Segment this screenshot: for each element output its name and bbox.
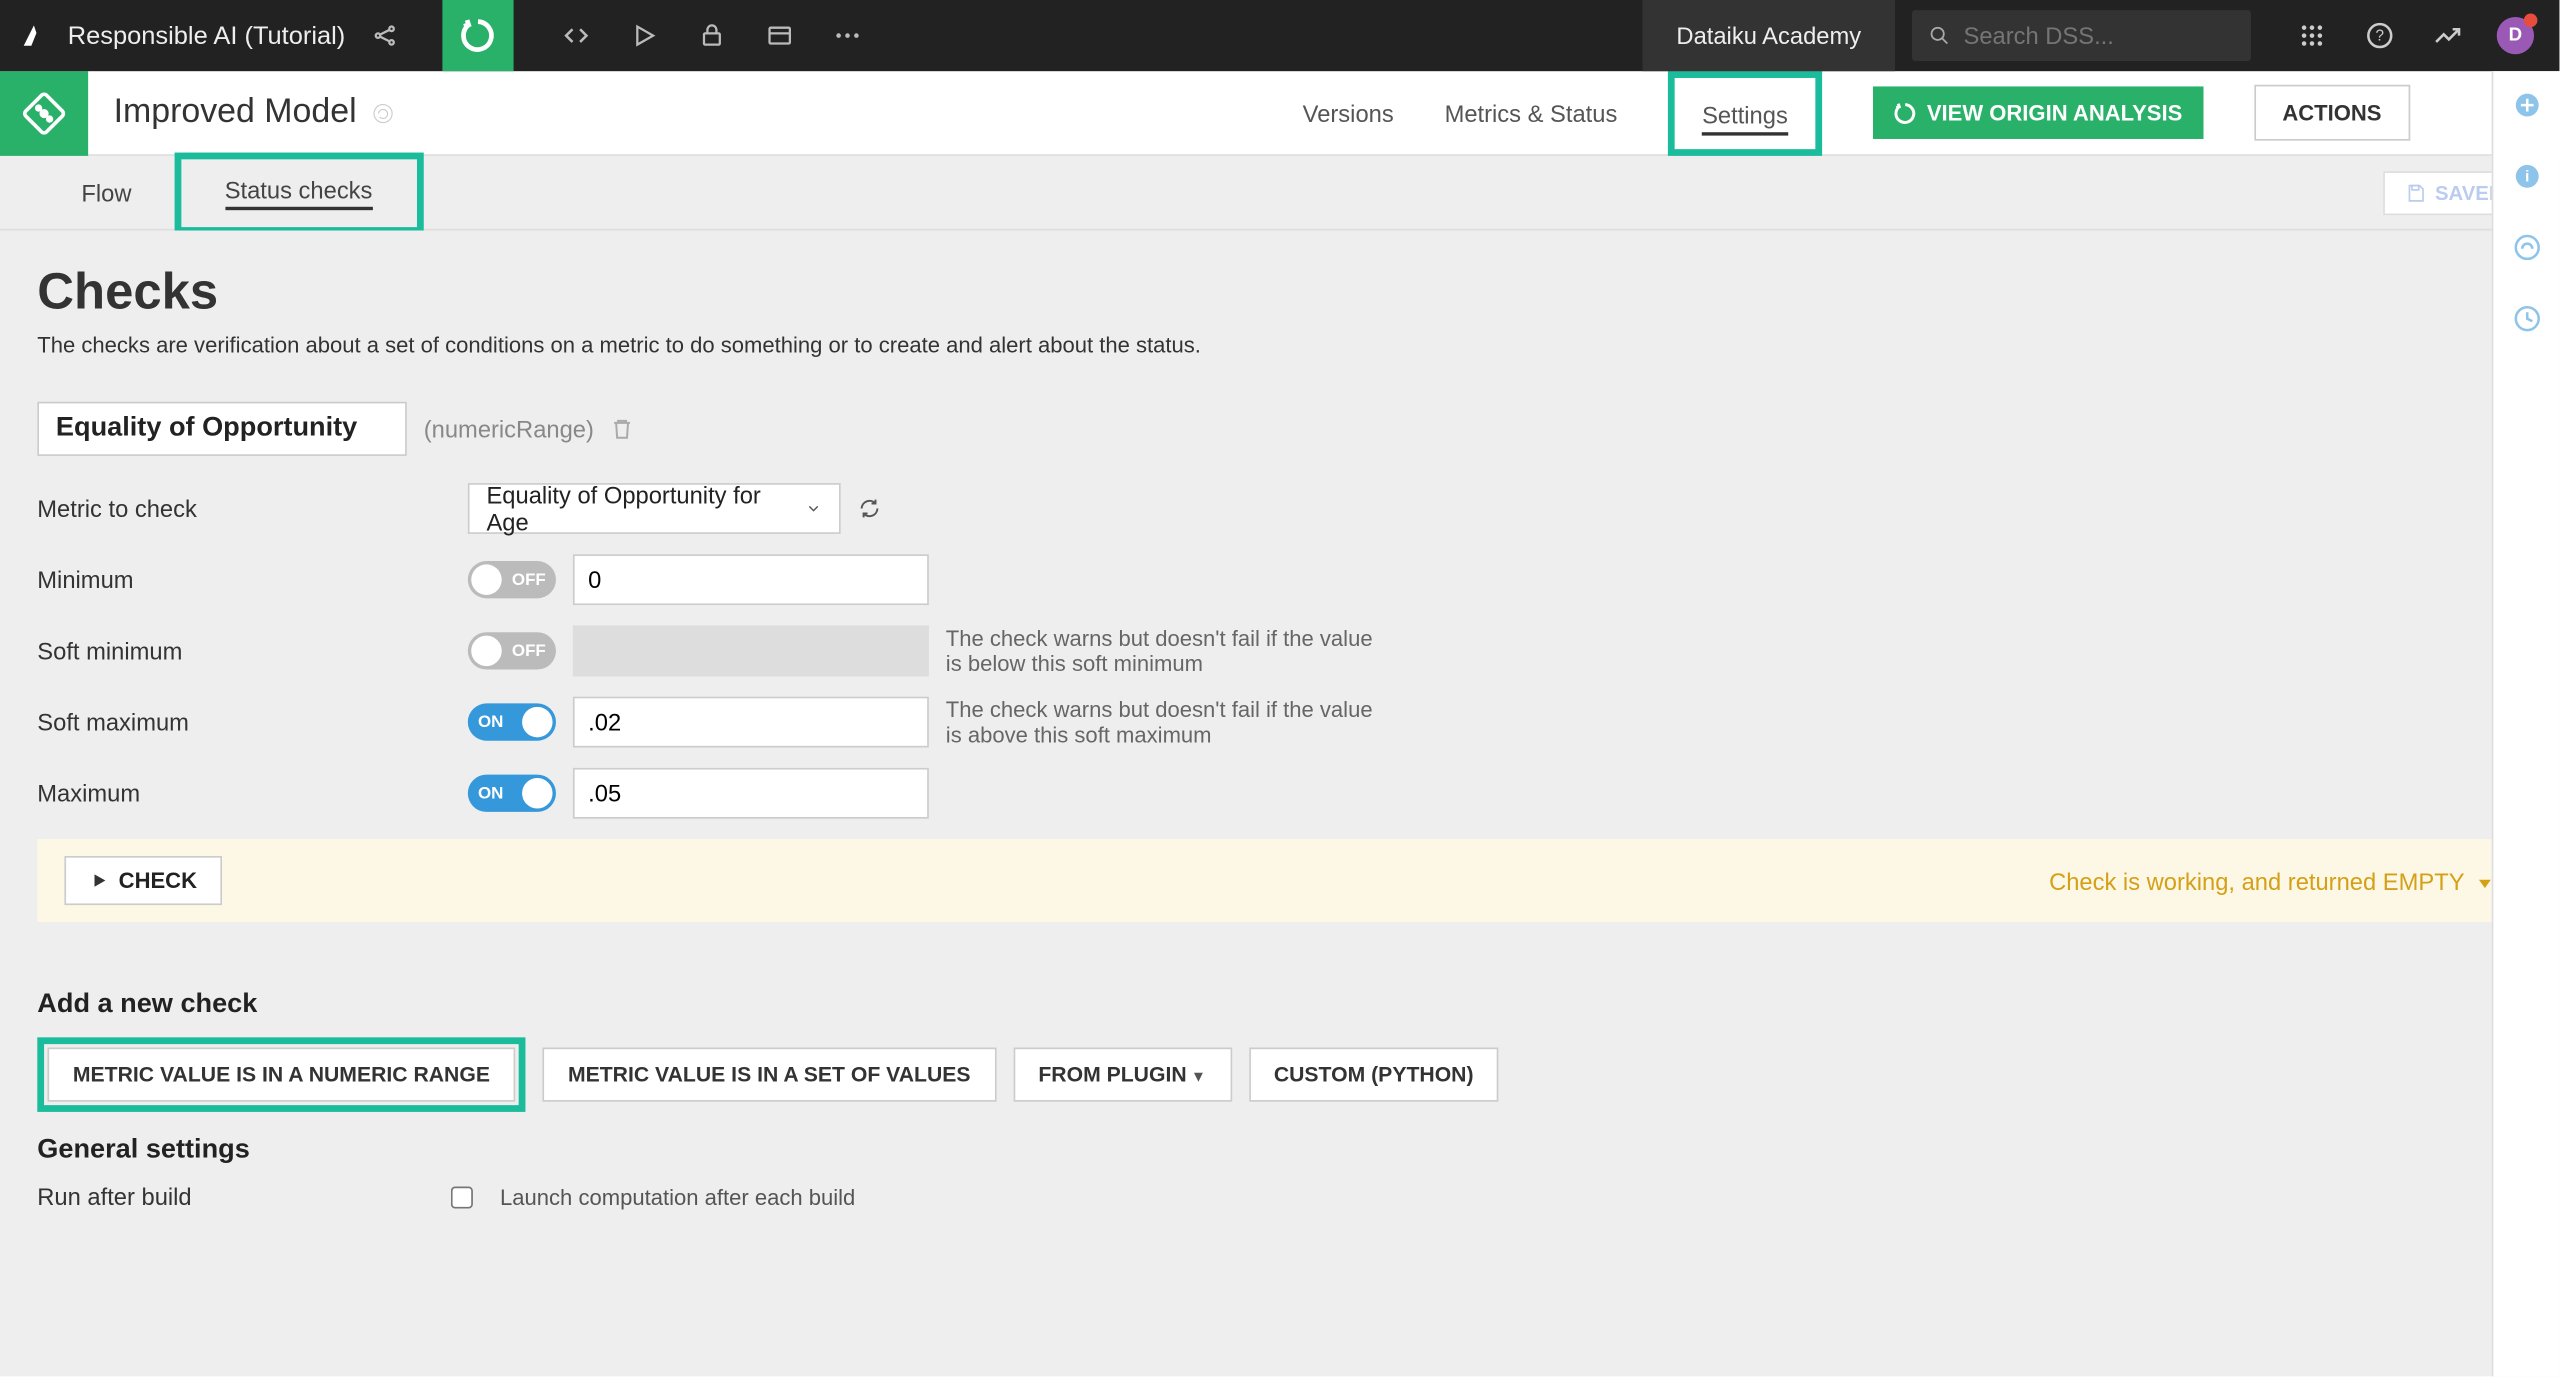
softmin-input [573,625,929,676]
search-input[interactable] [1963,22,2234,49]
user-avatar[interactable]: D [2497,17,2534,54]
general-settings-heading: General settings [37,1136,2522,1167]
share-icon[interactable] [366,17,403,54]
rail-info-icon[interactable]: i [2509,159,2543,193]
top-bar: Responsible AI (Tutorial) Dataiku Academ… [0,0,2559,71]
play-icon[interactable] [625,17,662,54]
add-numeric-range-button[interactable]: METRIC VALUE IS IN A NUMERIC RANGE [47,1048,515,1102]
view-origin-analysis-button[interactable]: VIEW ORIGIN ANALYSIS [1873,86,2203,139]
view-origin-label: VIEW ORIGIN ANALYSIS [1927,100,2182,125]
check-status-text: Check is working, and returned EMPTY [2049,867,2464,894]
launch-computation-label: Launch computation after each build [500,1184,855,1209]
maximum-toggle[interactable]: ON [468,775,556,812]
toggle-text: ON [478,784,503,803]
page-title: Improved Model [114,93,357,132]
rail-add-icon[interactable] [2509,88,2543,122]
toggle-text: OFF [512,642,546,661]
right-rail: i [2492,71,2560,1376]
check-status: Check is working, and returned EMPTY [2049,867,2495,894]
metric-refresh-icon[interactable] [858,497,882,521]
run-check-label: CHECK [119,868,197,893]
logo-bird-icon[interactable] [0,20,68,51]
highlight-settings: Settings [1668,70,1822,155]
delete-check-icon[interactable] [611,417,635,441]
svg-text:?: ? [2376,28,2384,45]
softmax-toggle[interactable]: ON [468,703,556,740]
run-after-build-checkbox[interactable] [451,1186,473,1208]
softmin-label: Soft minimum [37,637,468,664]
rail-chat-icon[interactable] [2509,231,2543,265]
svg-text:i: i [2524,168,2528,185]
maximum-input[interactable] [573,768,929,819]
refresh-small-icon[interactable] [370,99,397,126]
check-block: (numericRange) Metric to check Equality … [37,402,2522,922]
add-check-buttons: METRIC VALUE IS IN A NUMERIC RANGE METRI… [37,1037,2522,1112]
tab-versions[interactable]: Versions [1303,89,1394,136]
check-type-label: (numericRange) [424,415,594,442]
softmin-toggle[interactable]: OFF [468,632,556,669]
more-icon[interactable] [828,17,865,54]
add-set-values-button[interactable]: METRIC VALUE IS IN A SET OF VALUES [543,1048,996,1102]
add-plugin-button[interactable]: FROM PLUGIN [1013,1048,1232,1102]
academy-label[interactable]: Dataiku Academy [1643,0,1895,71]
check-run-bar: CHECK Check is working, and returned EMP… [37,839,2522,922]
subtab-status-checks[interactable]: Status checks [225,175,373,209]
toggle-text: OFF [512,570,546,589]
add-check-heading: Add a new check [37,990,2522,1021]
panel-icon[interactable] [761,17,798,54]
main-content: Checks The checks are verification about… [0,231,2559,1377]
actions-button[interactable]: ACTIONS [2254,85,2411,141]
circular-progress-icon[interactable] [442,0,513,71]
model-icon[interactable] [0,70,88,155]
metric-select-value: Equality of Opportunity for Age [486,481,805,535]
minimum-label: Minimum [37,566,468,593]
lock-icon[interactable] [693,17,730,54]
help-icon[interactable]: ? [2361,17,2398,54]
apps-icon[interactable] [2293,17,2330,54]
checks-heading: Checks [37,264,2522,322]
project-title[interactable]: Responsible AI (Tutorial) [68,21,366,50]
notification-dot [2524,14,2538,28]
activity-icon[interactable] [2429,17,2466,54]
checks-description: The checks are verification about a set … [37,332,2522,357]
check-name-input[interactable] [37,402,407,456]
subtab-flow[interactable]: Flow [81,179,131,206]
tab-metrics-status[interactable]: Metrics & Status [1445,89,1618,136]
run-after-build-label: Run after build [37,1183,451,1210]
highlight-status-checks: Status checks [174,152,423,233]
softmax-help: The check warns but doesn't fail if the … [946,697,1387,748]
metric-select[interactable]: Equality of Opportunity for Age [468,483,841,534]
subtab-row: Flow Status checks SAVED [0,156,2559,231]
tab-settings[interactable]: Settings [1702,91,1788,135]
maximum-label: Maximum [37,780,468,807]
search-box[interactable] [1912,10,2251,61]
metric-check-label: Metric to check [37,495,468,522]
add-custom-python-button[interactable]: CUSTOM (PYTHON) [1248,1048,1499,1102]
chevron-down-icon [805,500,822,517]
minimum-input[interactable] [573,554,929,605]
code-icon[interactable] [557,17,594,54]
model-header: Improved Model Versions Metrics & Status… [0,71,2559,156]
minimum-toggle[interactable]: OFF [468,561,556,598]
rail-history-icon[interactable] [2509,302,2543,336]
run-check-button[interactable]: CHECK [64,856,222,905]
softmax-label: Soft maximum [37,709,468,736]
softmax-input[interactable] [573,697,929,748]
toggle-text: ON [478,713,503,732]
avatar-letter: D [2509,25,2522,45]
softmin-help: The check warns but doesn't fail if the … [946,625,1387,676]
highlight-metric-range: METRIC VALUE IS IN A NUMERIC RANGE [37,1037,525,1112]
